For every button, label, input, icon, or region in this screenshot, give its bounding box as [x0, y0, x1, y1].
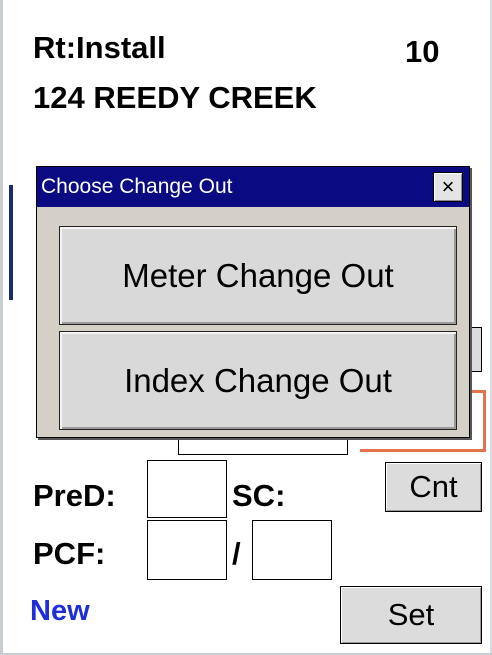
close-button[interactable]: ×: [433, 172, 463, 202]
address-label: 124 REEDY CREEK: [33, 80, 317, 115]
choose-change-out-dialog: Choose Change Out × Meter Change Out Ind…: [36, 166, 470, 438]
route-label: Rt:Install: [33, 30, 166, 65]
pred-input[interactable]: [147, 460, 227, 518]
new-link[interactable]: New: [30, 595, 90, 628]
close-icon: ×: [441, 174, 455, 199]
pcf-input-1[interactable]: [147, 520, 227, 580]
sc-label: SC:: [232, 478, 286, 513]
hidden-background-field[interactable]: [178, 435, 348, 455]
pred-label: PreD:: [33, 478, 116, 513]
route-number: 10: [405, 34, 440, 69]
dialog-title: Choose Change Out: [41, 175, 233, 198]
pcf-label: PCF:: [33, 536, 106, 571]
pcf-separator: /: [232, 536, 241, 571]
index-change-out-button[interactable]: Index Change Out: [59, 331, 457, 430]
set-button[interactable]: Set: [340, 586, 482, 644]
pcf-input-2[interactable]: [252, 520, 332, 580]
window-left-edge: [0, 0, 3, 655]
dialog-titlebar: Choose Change Out ×: [37, 167, 469, 207]
meter-change-out-button[interactable]: Meter Change Out: [59, 226, 457, 325]
background-control-edge: [9, 185, 13, 300]
cnt-button[interactable]: Cnt: [385, 462, 482, 512]
